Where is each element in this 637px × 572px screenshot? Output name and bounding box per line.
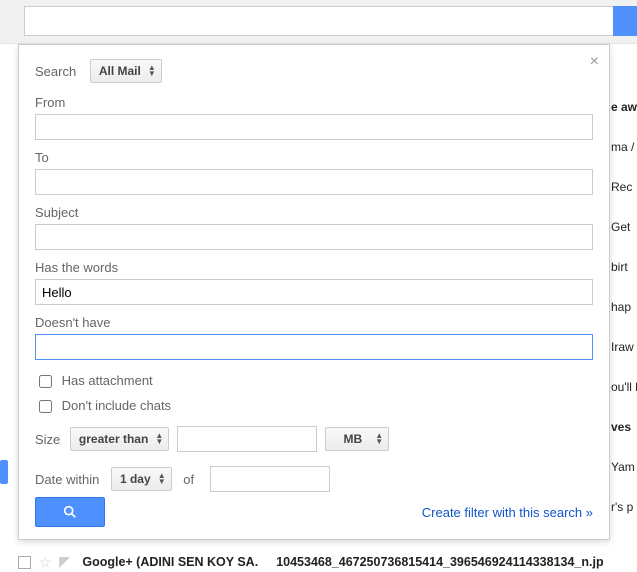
important-icon[interactable]: ◣ <box>56 557 73 568</box>
updown-icon: ▲▼ <box>375 433 383 445</box>
doesnt-have-label: Doesn't have <box>35 315 593 330</box>
doesnt-have-input[interactable] <box>35 334 593 360</box>
advanced-search-panel: × Search All Mail ▲▼ From To Subject Has… <box>18 44 610 540</box>
has-attachment-checkbox[interactable] <box>39 375 52 388</box>
date-within-label: Date within <box>35 472 99 487</box>
row-checkbox[interactable] <box>18 556 31 569</box>
updown-icon: ▲▼ <box>155 433 163 445</box>
search-scope-value: All Mail <box>99 64 141 78</box>
row-sender: Google+ (ADINI SEN KOY SA. <box>82 555 258 569</box>
top-toolbar <box>0 0 637 44</box>
subject-input[interactable] <box>35 224 593 250</box>
dont-include-chats-label: Don't include chats <box>62 398 171 413</box>
to-label: To <box>35 150 593 165</box>
compose-button-edge <box>0 460 8 484</box>
size-label: Size <box>35 432 60 447</box>
global-search-button[interactable] <box>613 6 637 36</box>
size-op-select[interactable]: greater than ▲▼ <box>70 427 169 451</box>
to-input[interactable] <box>35 169 593 195</box>
updown-icon: ▲▼ <box>148 65 156 77</box>
search-scope-label: Search <box>35 64 76 79</box>
size-unit-select[interactable]: MB ▲▼ <box>325 427 390 451</box>
subject-label: Subject <box>35 205 593 220</box>
global-search-input[interactable] <box>24 6 617 36</box>
size-op-value: greater than <box>79 432 148 446</box>
has-attachment-label: Has attachment <box>62 373 153 388</box>
create-filter-link[interactable]: Create filter with this search » <box>422 505 593 520</box>
date-value-input[interactable] <box>210 466 330 492</box>
size-unit-value: MB <box>344 432 363 446</box>
search-icon <box>62 504 78 520</box>
has-words-input[interactable] <box>35 279 593 305</box>
background-mail-snippets: e aw ma / Rec Get birt hap Iraw ou'll l … <box>611 100 637 540</box>
search-scope-select[interactable]: All Mail ▲▼ <box>90 59 162 83</box>
star-icon[interactable]: ☆ <box>39 554 52 571</box>
from-input[interactable] <box>35 114 593 140</box>
updown-icon: ▲▼ <box>158 473 166 485</box>
size-value-input[interactable] <box>177 426 317 452</box>
row-subject: 10453468_467250736815414_396546924114338… <box>276 555 603 569</box>
from-label: From <box>35 95 593 110</box>
dont-include-chats-checkbox[interactable] <box>39 400 52 413</box>
search-submit-button[interactable] <box>35 497 105 527</box>
date-of-label: of <box>183 472 194 487</box>
date-range-value: 1 day <box>120 472 151 486</box>
has-words-label: Has the words <box>35 260 593 275</box>
mail-list-row[interactable]: ☆ ◣ Google+ (ADINI SEN KOY SA. 10453468_… <box>18 552 637 572</box>
date-range-select[interactable]: 1 day ▲▼ <box>111 467 172 491</box>
close-icon[interactable]: × <box>590 53 599 71</box>
